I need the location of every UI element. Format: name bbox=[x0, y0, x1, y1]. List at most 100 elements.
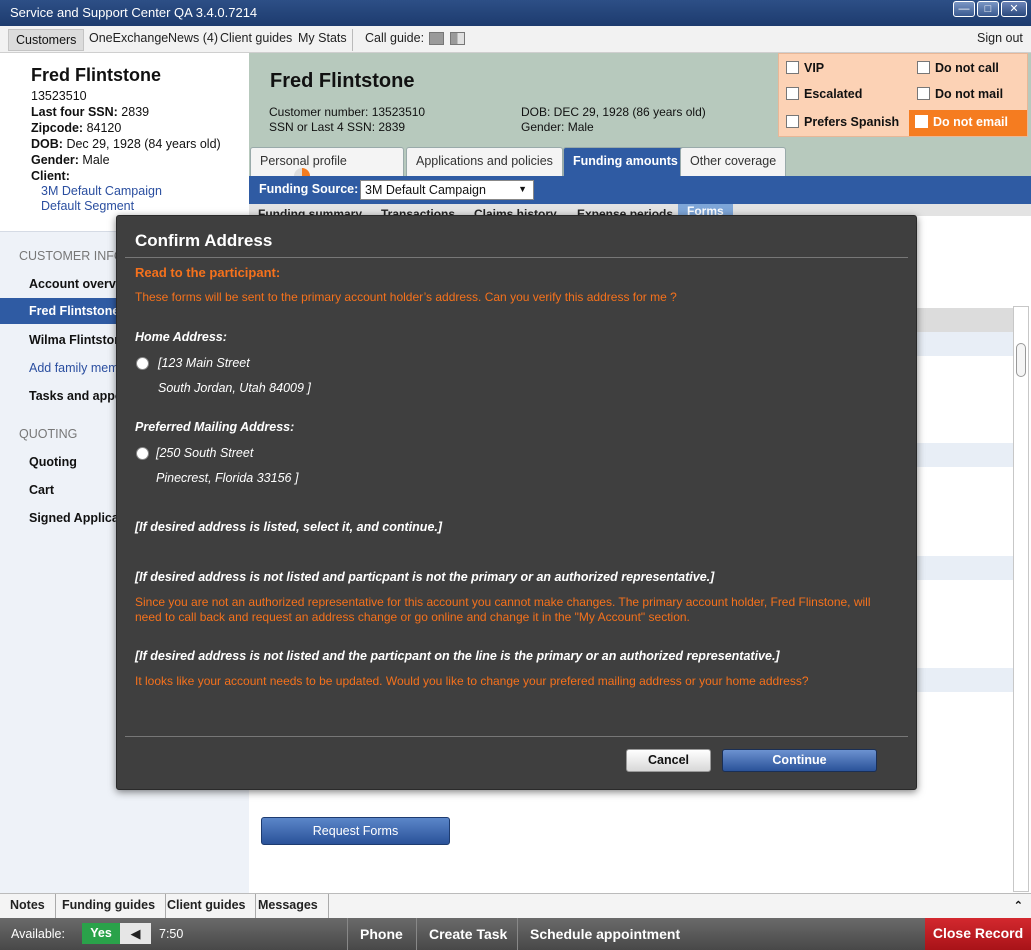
funding-source-value: 3M Default Campaign bbox=[365, 183, 486, 197]
funding-source-label: Funding Source: bbox=[259, 182, 359, 196]
create-task-button[interactable]: Create Task bbox=[416, 918, 519, 950]
available-yes-toggle[interactable]: Yes bbox=[82, 923, 120, 944]
checkbox-icon bbox=[915, 115, 928, 128]
status-bar: Available: Yes ◀ 7:50 Phone Create Task … bbox=[0, 918, 1031, 950]
zip-label: Zipcode: bbox=[31, 121, 84, 135]
window-controls: — □ ✕ bbox=[953, 1, 1027, 17]
campaign-link[interactable]: 3M Default Campaign bbox=[31, 184, 249, 199]
mailing-address-label: Preferred Mailing Address: bbox=[135, 420, 295, 434]
do-not-call-checkbox[interactable]: Do not call bbox=[917, 61, 999, 75]
schedule-appointment-button[interactable]: Schedule appointment bbox=[517, 918, 692, 950]
bottom-tab-notes[interactable]: Notes bbox=[0, 894, 56, 919]
nav-fred-flintstone[interactable]: Fred Flintstone bbox=[29, 304, 119, 318]
tabs-row: Personal profile Applications and polici… bbox=[249, 147, 1031, 184]
checkbox-icon bbox=[917, 87, 930, 100]
window-title: Service and Support Center QA 3.4.0.7214 bbox=[10, 5, 258, 20]
funding-source-select[interactable]: 3M Default Campaign ▼ bbox=[360, 180, 534, 200]
gender-label: Gender: bbox=[31, 153, 79, 167]
continue-button[interactable]: Continue bbox=[722, 749, 877, 772]
confirm-address-dialog: Confirm Address Read to the participant:… bbox=[116, 215, 917, 790]
client-label: Client: bbox=[31, 169, 70, 183]
mailing-address-line1: [250 South Street bbox=[156, 446, 254, 460]
bottom-tab-messages[interactable]: Messages bbox=[248, 894, 329, 919]
header-ssn: SSN or Last 4 SSN: 2839 bbox=[269, 120, 406, 134]
header-custnum: Customer number: 13523510 bbox=[269, 105, 426, 119]
ssn-value: 2839 bbox=[121, 105, 150, 119]
scrollbar-thumb[interactable] bbox=[1016, 343, 1026, 377]
customer-id: 13523510 bbox=[31, 89, 87, 103]
funding-bar: Funding Source: 3M Default Campaign ▼ bbox=[249, 176, 1031, 204]
mailing-address-radio[interactable] bbox=[136, 447, 149, 460]
vip-label: VIP bbox=[804, 61, 825, 75]
tab-other-coverage[interactable]: Other coverage bbox=[680, 147, 787, 176]
menu-customers[interactable]: Customers bbox=[8, 29, 85, 51]
escalated-checkbox[interactable]: Escalated bbox=[786, 87, 862, 101]
menu-bar: Customers OneExchange News (4) Client gu… bbox=[0, 26, 1031, 53]
not-authorized-text: Since you are not an authorized represen… bbox=[135, 595, 871, 624]
quoting-header: QUOTING bbox=[19, 427, 78, 441]
home-address-label: Home Address: bbox=[135, 330, 227, 344]
menu-my-stats[interactable]: My Stats bbox=[298, 31, 347, 45]
spanish-checkbox[interactable]: Prefers Spanish bbox=[786, 115, 899, 129]
bottom-tab-client-guides[interactable]: Client guides bbox=[157, 894, 257, 919]
customer-info-header: CUSTOMER INFO bbox=[19, 249, 124, 263]
customer-summary: Fred Flintstone 13523510 Last four SSN: … bbox=[0, 53, 249, 231]
do-not-mail-checkbox[interactable]: Do not mail bbox=[917, 87, 1003, 101]
divider bbox=[125, 257, 908, 258]
nav-quoting[interactable]: Quoting bbox=[29, 455, 77, 469]
do-not-email-checkbox[interactable]: Do not email bbox=[909, 110, 1027, 136]
menu-divider bbox=[352, 29, 353, 51]
horizontal-layout-icon[interactable] bbox=[429, 32, 444, 45]
mailing-address-line2: Pinecrest, Florida 33156 ] bbox=[156, 471, 299, 485]
checkbox-icon bbox=[917, 61, 930, 74]
gender-value: Male bbox=[82, 153, 110, 167]
header-dob: DOB: DEC 29, 1928 (86 years old) bbox=[521, 105, 706, 119]
close-record-button[interactable]: Close Record bbox=[925, 918, 1031, 950]
nav-wilma-flintstone[interactable]: Wilma Flintstone bbox=[29, 333, 129, 347]
tab-personal-profile[interactable]: Personal profile bbox=[250, 147, 404, 184]
home-address-line1: [123 Main Street bbox=[158, 356, 250, 370]
request-forms-button[interactable]: Request Forms bbox=[261, 817, 450, 845]
do-not-mail-label: Do not mail bbox=[935, 87, 1004, 101]
instruction-authorized: [If desired address is not listed and th… bbox=[135, 649, 780, 663]
checkbox-icon bbox=[786, 61, 799, 74]
vip-checkbox[interactable]: VIP bbox=[786, 61, 824, 75]
header-gender: Gender: Male bbox=[521, 120, 594, 134]
segment-link[interactable]: Default Segment bbox=[31, 199, 249, 214]
authorized-text: It looks like your account needs to be u… bbox=[135, 674, 809, 688]
dialog-title: Confirm Address bbox=[135, 231, 273, 250]
spanish-label: Prefers Spanish bbox=[804, 115, 900, 129]
do-not-email-label: Do not email bbox=[933, 115, 1009, 129]
intro-text: These forms will be sent to the primary … bbox=[135, 290, 677, 304]
menu-news[interactable]: News (4) bbox=[168, 31, 218, 45]
bottom-tabs: Notes Funding guides Client guides Messa… bbox=[0, 893, 1031, 919]
menu-oneexchange[interactable]: OneExchange bbox=[89, 31, 168, 45]
sign-out-link[interactable]: Sign out bbox=[977, 31, 1023, 45]
bottom-tab-funding-guides[interactable]: Funding guides bbox=[52, 894, 167, 919]
vertical-layout-icon[interactable] bbox=[450, 32, 465, 45]
header-name: Fred Flintstone bbox=[270, 70, 415, 92]
scrollbar[interactable] bbox=[1013, 306, 1029, 892]
nav-cart[interactable]: Cart bbox=[29, 483, 54, 497]
home-address-line2: South Jordan, Utah 84009 ] bbox=[158, 381, 311, 395]
tab-funding-amounts[interactable]: Funding amounts bbox=[563, 147, 688, 176]
home-address-radio[interactable] bbox=[136, 357, 149, 370]
instruction-not-authorized: [If desired address is not listed and pa… bbox=[135, 570, 715, 584]
cancel-button[interactable]: Cancel bbox=[626, 749, 711, 772]
minimize-icon[interactable]: — bbox=[953, 1, 975, 17]
phone-button[interactable]: Phone bbox=[347, 918, 415, 950]
menu-client-guides[interactable]: Client guides bbox=[220, 31, 292, 45]
close-icon[interactable]: ✕ bbox=[1001, 1, 1027, 17]
ssn-label: Last four SSN: bbox=[31, 105, 118, 119]
chevron-up-icon[interactable]: ⌃ bbox=[1014, 899, 1023, 912]
checkbox-icon bbox=[786, 115, 799, 128]
zip-value: 84120 bbox=[86, 121, 122, 135]
customer-name: Fred Flintstone bbox=[31, 65, 161, 85]
play-back-icon[interactable]: ◀ bbox=[120, 923, 151, 944]
available-label: Available: bbox=[11, 927, 65, 941]
dropdown-arrow-icon: ▼ bbox=[518, 184, 527, 194]
call-timer: 7:50 bbox=[159, 927, 184, 941]
read-label: Read to the participant: bbox=[135, 265, 281, 280]
maximize-icon[interactable]: □ bbox=[977, 1, 999, 17]
tab-applications[interactable]: Applications and policies bbox=[406, 147, 563, 176]
